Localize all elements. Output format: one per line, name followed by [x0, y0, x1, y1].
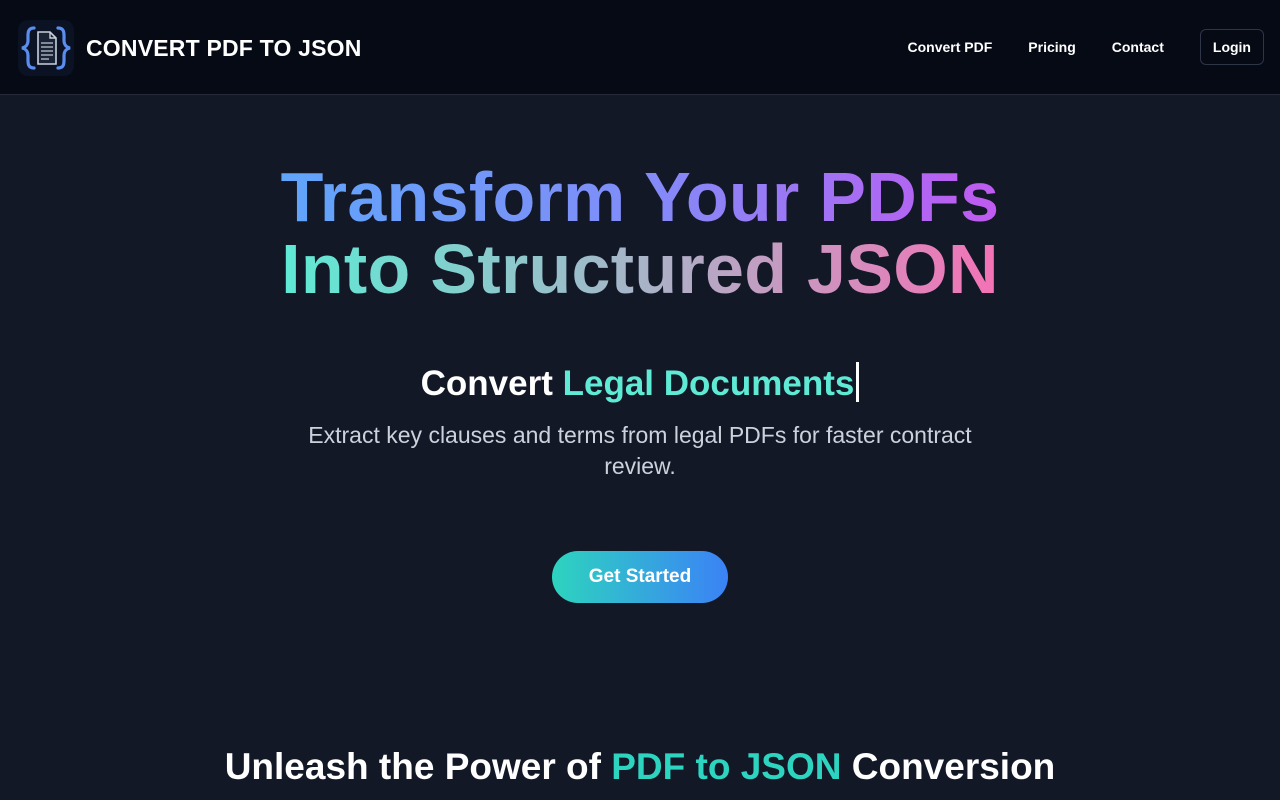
- main-nav: Convert PDF Pricing Contact Login: [908, 29, 1264, 65]
- typing-caret: [856, 362, 860, 402]
- json-braces-document-icon: [18, 20, 74, 76]
- section-title-highlight: PDF to JSON: [611, 746, 842, 787]
- hero-title-line-2-text: Into Structured JSON: [281, 230, 999, 308]
- nav-convert-pdf[interactable]: Convert PDF: [908, 39, 993, 55]
- login-button[interactable]: Login: [1199, 29, 1264, 65]
- hero-title-line-2: Into Structured JSON: [0, 233, 1280, 305]
- hero-title-line-1: Transform Your PDFs: [0, 161, 1280, 233]
- nav-contact[interactable]: Contact: [1112, 39, 1164, 55]
- features-section-title: Unleash the Power of PDF to JSON Convers…: [0, 744, 1280, 790]
- section-title-after: Conversion: [841, 746, 1056, 787]
- subhead-prefix: Convert: [420, 364, 563, 403]
- brand[interactable]: CONVERT PDF TO JSON: [18, 20, 362, 76]
- get-started-button[interactable]: Get Started: [552, 551, 728, 603]
- page: CONVERT PDF TO JSON Convert PDF Pricing …: [0, 0, 1280, 800]
- hero-description: Extract key clauses and terms from legal…: [308, 422, 972, 479]
- nav-pricing[interactable]: Pricing: [1028, 39, 1075, 55]
- typing-subhead: Convert Legal Documents: [0, 362, 1280, 406]
- brand-name: CONVERT PDF TO JSON: [86, 34, 362, 61]
- subhead-highlight: Legal Documents: [562, 364, 855, 403]
- hero-title-line-1-text: Transform Your PDFs: [280, 158, 1000, 236]
- section-title-before: Unleash the Power of: [224, 746, 612, 787]
- site-header: CONVERT PDF TO JSON Convert PDF Pricing …: [0, 0, 1280, 95]
